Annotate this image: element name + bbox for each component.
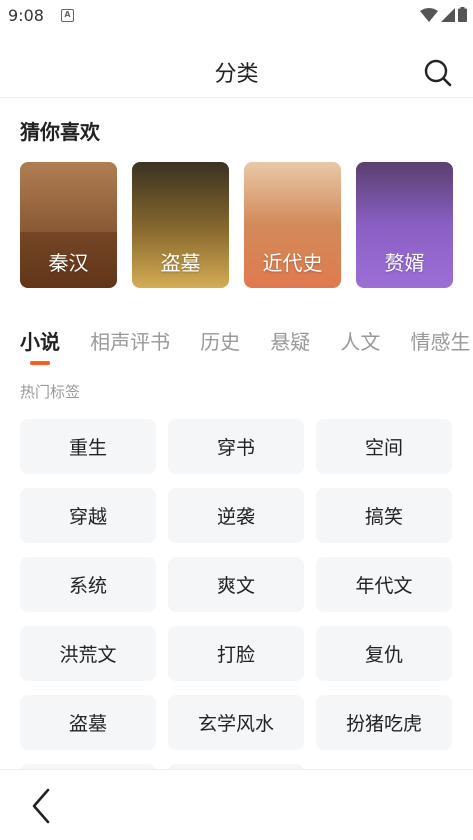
status-icons bbox=[420, 7, 467, 22]
tag-item[interactable]: 玄学风水 bbox=[168, 695, 304, 750]
status-bar: 9:08 A bbox=[0, 0, 473, 32]
book-label: 秦汉 bbox=[48, 251, 89, 275]
recommend-title: 猜你喜欢 bbox=[20, 120, 100, 144]
book-label: 赘婿 bbox=[384, 251, 425, 275]
bottom-bar bbox=[0, 769, 473, 840]
tag-item[interactable]: 爽文 bbox=[168, 557, 304, 612]
tag-item[interactable]: 盗墓 bbox=[20, 695, 156, 750]
tab-label: 小说 bbox=[20, 330, 60, 354]
tag-item[interactable]: 洪荒文 bbox=[20, 626, 156, 681]
book-card[interactable]: 秦汉 bbox=[20, 162, 117, 288]
tag-item[interactable]: 搞笑 bbox=[316, 488, 452, 543]
tag-item[interactable]: 逆袭 bbox=[168, 488, 304, 543]
back-button[interactable] bbox=[28, 786, 56, 826]
book-label: 盗墓 bbox=[160, 251, 201, 275]
book-label: 近代史 bbox=[262, 251, 323, 275]
tag-item[interactable]: 年代文 bbox=[316, 557, 452, 612]
back-arrow-icon bbox=[32, 788, 50, 824]
tag-item[interactable]: 空间 bbox=[316, 419, 452, 474]
search-icon bbox=[424, 59, 452, 87]
tab-crosstalk[interactable]: 相声评书 bbox=[90, 326, 170, 355]
category-tabs: 小说 相声评书 历史 悬疑 人文 情感生 bbox=[20, 326, 473, 366]
tag-item[interactable]: 打脸 bbox=[168, 626, 304, 681]
hot-tags-title: 热门标签 bbox=[20, 383, 81, 401]
status-time: 9:08 bbox=[8, 6, 44, 25]
tag-item[interactable]: 扮猪吃虎 bbox=[316, 695, 452, 750]
tab-novel[interactable]: 小说 bbox=[20, 326, 60, 365]
signal-icon bbox=[441, 7, 455, 22]
tag-item[interactable]: 复仇 bbox=[316, 626, 452, 681]
recommend-books: 秦汉 盗墓 近代史 赘婿 bbox=[20, 162, 453, 288]
page-title: 分类 bbox=[214, 62, 259, 87]
tag-item[interactable]: 系统 bbox=[20, 557, 156, 612]
book-card[interactable]: 近代史 bbox=[244, 162, 341, 288]
notification-icon: A bbox=[61, 9, 74, 22]
tab-emotion[interactable]: 情感生 bbox=[410, 326, 470, 355]
tab-history[interactable]: 历史 bbox=[200, 326, 240, 355]
tab-mystery[interactable]: 悬疑 bbox=[270, 326, 310, 355]
active-tab-indicator bbox=[30, 361, 50, 365]
tab-humanities[interactable]: 人文 bbox=[340, 326, 380, 355]
app-header: 分类 bbox=[0, 46, 473, 98]
tag-item[interactable]: 穿越 bbox=[20, 488, 156, 543]
wifi-icon bbox=[420, 7, 438, 22]
tag-item[interactable]: 重生 bbox=[20, 419, 156, 474]
book-card[interactable]: 赘婿 bbox=[356, 162, 453, 288]
battery-icon bbox=[458, 7, 467, 22]
book-card[interactable]: 盗墓 bbox=[132, 162, 229, 288]
search-button[interactable] bbox=[423, 58, 453, 88]
hot-tags-grid: 重生 穿书 空间 穿越 逆袭 搞笑 系统 爽文 年代文 洪荒文 打脸 复仇 盗墓… bbox=[20, 419, 453, 819]
tag-item[interactable]: 穿书 bbox=[168, 419, 304, 474]
